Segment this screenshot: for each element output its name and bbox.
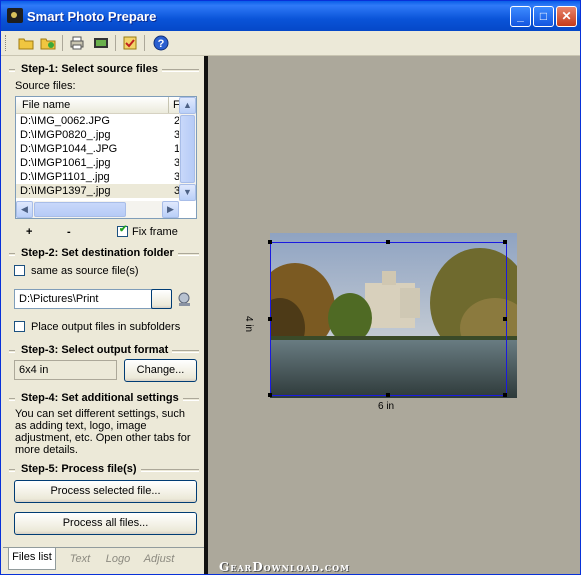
toolbar-separator: [115, 35, 116, 51]
preview-area[interactable]: 6 in 4 in: [208, 56, 580, 574]
window-title: Smart Photo Prepare: [27, 9, 157, 24]
width-dimension-label: 6 in: [378, 401, 395, 412]
column-header-file-name[interactable]: File name: [16, 97, 169, 113]
film-icon[interactable]: [93, 35, 109, 51]
height-dimension-label: 4 in: [243, 316, 254, 333]
watermark-text: GearDownload.com: [219, 560, 350, 574]
resize-handle[interactable]: [268, 393, 272, 397]
list-item[interactable]: D:\IMG_0062.JPG 2: [16, 114, 180, 128]
title-bar[interactable]: Smart Photo Prepare _ □ ✕: [1, 1, 580, 31]
same-as-source-checkbox[interactable]: [14, 265, 25, 276]
close-button[interactable]: ✕: [556, 6, 577, 27]
step1-heading: Step-1: Select source files: [15, 63, 162, 75]
scroll-down-icon[interactable]: ▼: [179, 184, 196, 201]
open-folder-icon[interactable]: [18, 35, 34, 51]
source-files-list[interactable]: File name F D:\IMG_0062.JPG 2 D:\IMGP082…: [15, 96, 197, 219]
svg-text:?: ?: [158, 38, 165, 50]
process-all-button[interactable]: Process all files...: [14, 512, 197, 535]
scroll-right-icon[interactable]: ▶: [162, 201, 179, 218]
list-item[interactable]: D:\IMGP1044_.JPG 1: [16, 142, 180, 156]
horizontal-scroll-thumb[interactable]: [34, 202, 126, 217]
file-name: D:\IMG_0062.JPG: [20, 115, 110, 127]
resize-handle[interactable]: [503, 240, 507, 244]
fix-frame-label[interactable]: Fix frame: [132, 226, 178, 238]
tab-text[interactable]: Text: [61, 550, 99, 568]
maximize-button[interactable]: □: [533, 6, 554, 27]
app-window: Smart Photo Prepare _ □ ✕ ? Step-1: Sele…: [0, 0, 581, 575]
list-item[interactable]: D:\IMGP1101_.jpg 3: [16, 170, 180, 184]
fix-frame-checkbox[interactable]: ✔: [117, 224, 128, 237]
resize-handle[interactable]: [268, 317, 272, 321]
help-icon[interactable]: ?: [153, 35, 169, 51]
subfolders-checkbox[interactable]: [14, 321, 25, 332]
open-destination-icon[interactable]: [176, 291, 193, 308]
step5-heading: Step-5: Process file(s): [15, 463, 141, 475]
file-name: D:\IMGP1061_.jpg: [20, 157, 111, 169]
vertical-scroll-thumb[interactable]: [180, 115, 195, 183]
add-file-button[interactable]: +: [26, 226, 32, 238]
file-name: D:\IMGP1044_.JPG: [20, 143, 118, 155]
column-header-f[interactable]: F: [170, 97, 179, 113]
toolbar: ?: [1, 31, 580, 56]
destination-path-field[interactable]: D:\Pictures\Print: [14, 289, 171, 309]
step2-heading: Step-2: Set destination folder: [15, 247, 178, 259]
toolbar-separator: [144, 35, 145, 51]
resize-handle[interactable]: [268, 240, 272, 244]
resize-handle[interactable]: [386, 393, 390, 397]
file-name: D:\IMGP1101_.jpg: [20, 171, 110, 183]
step4-heading: Step-4: Set additional settings: [15, 392, 183, 404]
scroll-left-icon[interactable]: ◀: [16, 201, 33, 218]
toolbar-separator: [62, 35, 63, 51]
scroll-up-icon[interactable]: ▲: [179, 97, 196, 114]
file-name: D:\IMGP0820_.jpg: [20, 129, 111, 141]
resize-handle[interactable]: [503, 393, 507, 397]
subfolders-label[interactable]: Place output files in subfolders: [31, 321, 180, 333]
process-selected-button[interactable]: Process selected file...: [14, 480, 197, 503]
tab-adjust[interactable]: Adjust: [138, 550, 180, 568]
panel-tabs: Files list Text Logo Adjust: [3, 547, 204, 575]
step4-description: You can set different settings, such as …: [15, 408, 191, 456]
camera-app-icon: [7, 8, 23, 23]
toolbar-grip[interactable]: [5, 35, 9, 51]
browse-button[interactable]: [151, 289, 172, 309]
file-name: D:\IMGP1397_.jpg: [20, 185, 111, 197]
open-project-icon[interactable]: [40, 35, 56, 51]
crop-frame[interactable]: [268, 240, 507, 397]
tab-files-list[interactable]: Files list: [8, 548, 56, 570]
source-files-label: Source files:: [15, 80, 76, 92]
print-icon[interactable]: [69, 35, 85, 51]
step3-heading: Step-3: Select output format: [15, 344, 173, 356]
same-as-source-label[interactable]: same as source file(s): [31, 265, 139, 277]
resize-handle[interactable]: [503, 317, 507, 321]
list-header: File name F: [16, 97, 179, 114]
remove-file-button[interactable]: -: [67, 226, 71, 238]
tab-logo[interactable]: Logo: [100, 550, 136, 568]
minimize-button[interactable]: _: [510, 6, 531, 27]
horizontal-scrollbar[interactable]: ◀ ▶: [16, 201, 179, 218]
checklist-icon[interactable]: [122, 35, 138, 51]
list-item[interactable]: D:\IMGP0820_.jpg 3: [16, 128, 180, 142]
checkmark-icon: ✔: [119, 224, 128, 235]
vertical-scrollbar[interactable]: ▲ ▼: [179, 97, 196, 201]
list-item-selected[interactable]: D:\IMGP1397_.jpg 3: [16, 184, 180, 198]
resize-handle[interactable]: [386, 240, 390, 244]
output-format-field: 6x4 in: [14, 360, 117, 380]
list-item[interactable]: D:\IMGP1061_.jpg 3: [16, 156, 180, 170]
change-format-button[interactable]: Change...: [124, 359, 197, 382]
settings-panel: Step-1: Select source files Source files…: [3, 56, 204, 574]
